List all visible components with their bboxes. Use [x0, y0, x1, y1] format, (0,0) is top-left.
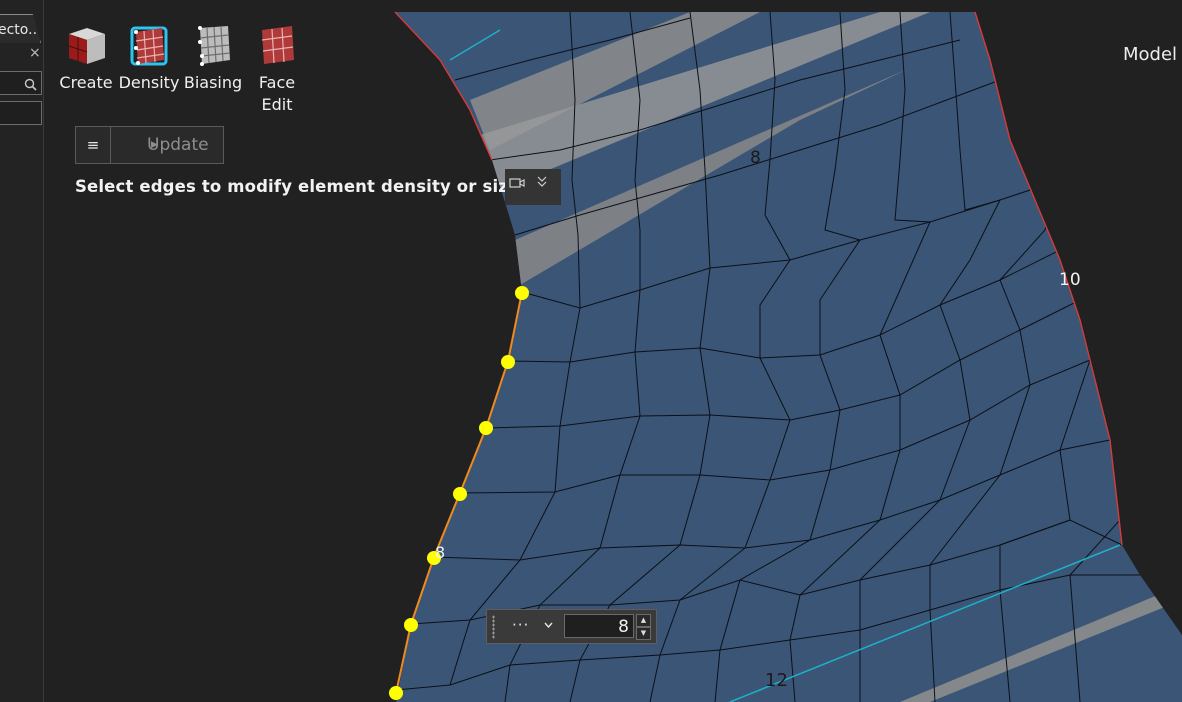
close-icon[interactable]: ×	[29, 45, 41, 61]
density-icon	[126, 22, 172, 68]
left-browser-panel: ecto... ×	[0, 0, 44, 702]
edge-node-handle[interactable]	[515, 286, 529, 300]
status-tools	[505, 169, 561, 205]
browser-filter-field[interactable]	[0, 101, 42, 125]
edge-node-handle[interactable]	[501, 355, 515, 369]
spin-up-icon[interactable]: ▲	[636, 614, 651, 627]
edge-density-label[interactable]: 8	[435, 543, 445, 562]
density-microdialog: ··· 8 ▲ ▼	[486, 609, 657, 644]
guide-bar: ≡ ▶ Update	[75, 126, 224, 164]
browser-tab-label: ecto...	[0, 22, 41, 38]
graphics-viewport[interactable]: 8 10 8 12	[43, 0, 1182, 702]
chevron-down-icon[interactable]	[544, 618, 553, 631]
edge-node-handle[interactable]	[479, 421, 493, 435]
biasing-icon	[190, 22, 236, 68]
chevron-double-down-icon[interactable]	[537, 175, 547, 192]
drag-handle[interactable]	[492, 615, 495, 639]
edge-density-label[interactable]: 8	[750, 148, 761, 168]
face-edit-icon	[254, 22, 300, 68]
edge-node-handle[interactable]	[389, 686, 403, 700]
browser-tab[interactable]: ecto...	[0, 14, 41, 43]
value-spinner[interactable]: ▲ ▼	[636, 614, 651, 640]
edge-node-handle[interactable]	[453, 487, 467, 501]
model-browser-label[interactable]: Model	[1123, 44, 1177, 65]
tool-label: Biasing	[183, 73, 243, 92]
tool-face-edit[interactable]: Face Edit	[250, 22, 304, 116]
tool-label: Face Edit	[258, 73, 296, 114]
tool-density[interactable]: Density	[118, 22, 180, 94]
search-icon[interactable]	[24, 76, 37, 95]
status-message: Select edges to modify element density o…	[75, 177, 526, 196]
tool-label: Density	[118, 73, 180, 92]
play-icon: ▶	[151, 140, 158, 150]
update-button[interactable]: ▶ Update	[111, 127, 223, 163]
create-icon	[63, 22, 109, 68]
edge-density-label[interactable]: 10	[1059, 270, 1081, 290]
spin-down-icon[interactable]: ▼	[636, 627, 651, 640]
search-field[interactable]	[0, 71, 42, 95]
tool-biasing[interactable]: Biasing	[182, 22, 244, 94]
options-menu-button[interactable]: ···	[512, 616, 529, 634]
edge-node-handle[interactable]	[404, 618, 418, 632]
density-value-input[interactable]: 8	[564, 614, 634, 638]
mesh-surface[interactable]: 8 10 8 12	[43, 0, 1182, 702]
edge-density-label[interactable]: 12	[765, 670, 788, 691]
tool-label: Create	[59, 73, 113, 92]
camera-icon[interactable]	[509, 177, 525, 192]
guide-menu-button[interactable]: ≡	[76, 127, 111, 163]
tool-create[interactable]: Create	[58, 22, 114, 94]
